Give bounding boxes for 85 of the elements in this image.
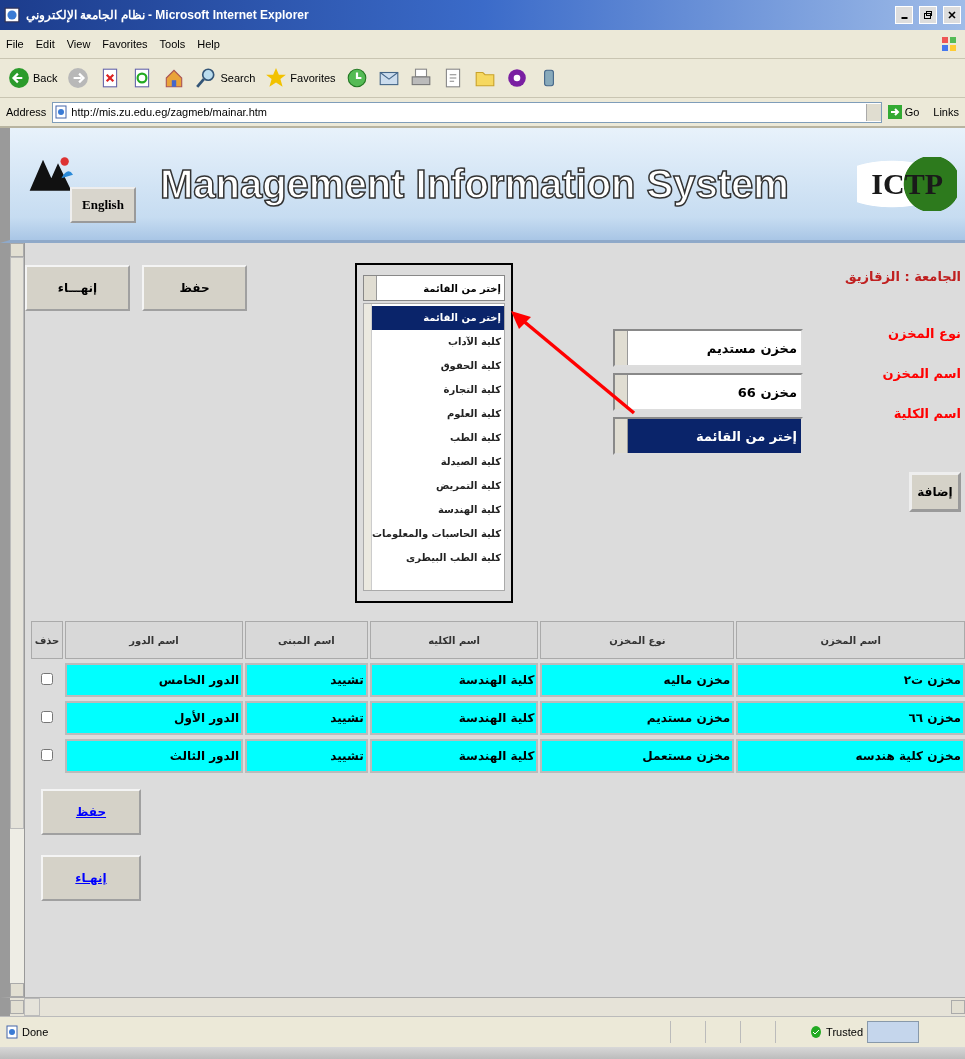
column-header: حذف [31, 621, 63, 659]
windows-flag-icon [939, 34, 959, 54]
go-button[interactable]: Go [887, 105, 920, 119]
delete-checkbox[interactable] [41, 711, 53, 723]
list-item[interactable]: كلية الهندسة [372, 498, 504, 522]
star-icon [265, 67, 288, 89]
list-item[interactable]: كلية الطب البيطرى [372, 546, 504, 570]
maximize-button[interactable] [919, 6, 937, 24]
table-cell: مخزن مستديم [540, 701, 735, 735]
page-icon [55, 105, 68, 119]
list-item[interactable]: كلية الحاسبات والمعلومات [372, 522, 504, 546]
menu-item[interactable]: Edit [35, 38, 55, 50]
browser-icon [4, 7, 20, 23]
banner-title: Management Information System [159, 161, 790, 207]
favorites-button[interactable]: Favorites [263, 65, 338, 91]
messenger-icon [505, 67, 528, 89]
table-cell: كلية الهندسة [369, 739, 539, 773]
column-header: اسم الدور [65, 621, 244, 659]
exit-link-button[interactable]: إنهـاء [41, 855, 141, 901]
table-cell: الدور الخامس [65, 663, 244, 697]
table-cell: مخزن مستعمل [540, 739, 735, 773]
horizontal-scrollbar[interactable] [0, 997, 965, 1016]
column-header: اسم المخزن [736, 621, 965, 659]
list-scrollbar[interactable] [364, 304, 373, 590]
delete-checkbox[interactable] [41, 673, 53, 685]
field-label: اسم المخزن [882, 365, 961, 383]
menu-item[interactable]: File [6, 38, 24, 50]
column-header: اسم الكليه [369, 621, 539, 659]
exit-button[interactable]: إنهـــاء [25, 265, 130, 311]
window-title: نظام الجامعة الإلكتروني - Microsoft Internet Explorer [26, 8, 309, 22]
table-cell: مخزن ت٢ [736, 663, 965, 697]
dropdown-field[interactable]: مخزن مستديم [613, 329, 803, 367]
column-header: نوع المخزن [540, 621, 735, 659]
table-cell: مخزن ٦٦ [736, 701, 965, 735]
delete-checkbox[interactable] [41, 749, 53, 761]
history-icon [345, 67, 368, 89]
table-cell: تشييد [245, 701, 368, 735]
list-item[interactable]: كلية الآداب [372, 330, 504, 354]
table-cell: الدور الأول [65, 701, 244, 735]
list-item[interactable]: كلية الصيدلة [372, 450, 504, 474]
table-cell: كلية الهندسة [369, 663, 539, 697]
list-item[interactable]: إختر من القائمة [372, 306, 504, 330]
college-listbox[interactable]: إختر من القائمة كلية الآداب كلية الحقوق كلية التجارة كلية العلوم كلية الطب كلية الصيدلة كلية التمريض كلية الهندسة كلية الحاسبات والمعلومات كلية الطب البيطرى [363, 303, 505, 591]
page-icon [6, 1025, 18, 1039]
status-pane [867, 1021, 919, 1043]
dropdown-field[interactable]: مخزن 66 [613, 373, 803, 411]
dropdown-field[interactable]: إختر من القائمة [613, 417, 803, 455]
security-zone: Trusted [826, 1026, 863, 1038]
add-button[interactable]: إضافة [909, 472, 961, 512]
english-button[interactable]: English [70, 187, 136, 223]
list-item[interactable]: كلية العلوم [372, 402, 504, 426]
list-item[interactable]: كلية الطب [372, 426, 504, 450]
table-cell: تشييد [245, 663, 368, 697]
status-text: Done [22, 1026, 49, 1038]
list-item[interactable]: كلية التمريض [372, 474, 504, 498]
save-link-button[interactable]: حفظ [41, 789, 141, 835]
table-cell: كلية الهندسة [369, 701, 539, 735]
menu-item[interactable]: Tools [159, 38, 186, 50]
list-item[interactable]: كلية التجارة [372, 378, 504, 402]
field-label: نوع المخزن [887, 325, 961, 343]
vertical-scrollbar[interactable] [0, 243, 25, 997]
minimize-button[interactable] [895, 6, 913, 24]
table-cell: تشييد [245, 739, 368, 773]
table-cell: الدور الثالث [65, 739, 244, 773]
menu-item[interactable]: View [66, 38, 91, 50]
checkmark-icon [810, 1025, 823, 1039]
address-label: Address [6, 106, 47, 118]
address-field[interactable]: http://mis.zu.edu.eg/zagmeb/mainar.htm [52, 101, 882, 123]
menu-item[interactable]: Favorites [102, 38, 148, 50]
university-label: الجامعة : الزقازيق [845, 269, 961, 284]
restore-icon [923, 10, 933, 20]
save-button[interactable]: حفظ [142, 265, 247, 311]
close-icon [947, 10, 957, 20]
back-button[interactable]: Back [6, 65, 60, 91]
column-header: اسم المبنى [245, 621, 368, 659]
links-button[interactable]: Links [925, 106, 959, 118]
minimize-icon [900, 17, 908, 19]
menu-item[interactable]: Help [197, 38, 220, 50]
list-item[interactable]: كلية الحقوق [372, 354, 504, 378]
close-button[interactable] [943, 6, 961, 24]
field-label: اسم الكلية [893, 405, 961, 423]
table-cell: مخزن ماليه [540, 663, 735, 697]
college-dropdown[interactable]: إختر من القائمة [363, 275, 505, 301]
table-cell: مخزن كلية هندسه [736, 739, 965, 773]
search-button[interactable]: Search [193, 65, 258, 91]
